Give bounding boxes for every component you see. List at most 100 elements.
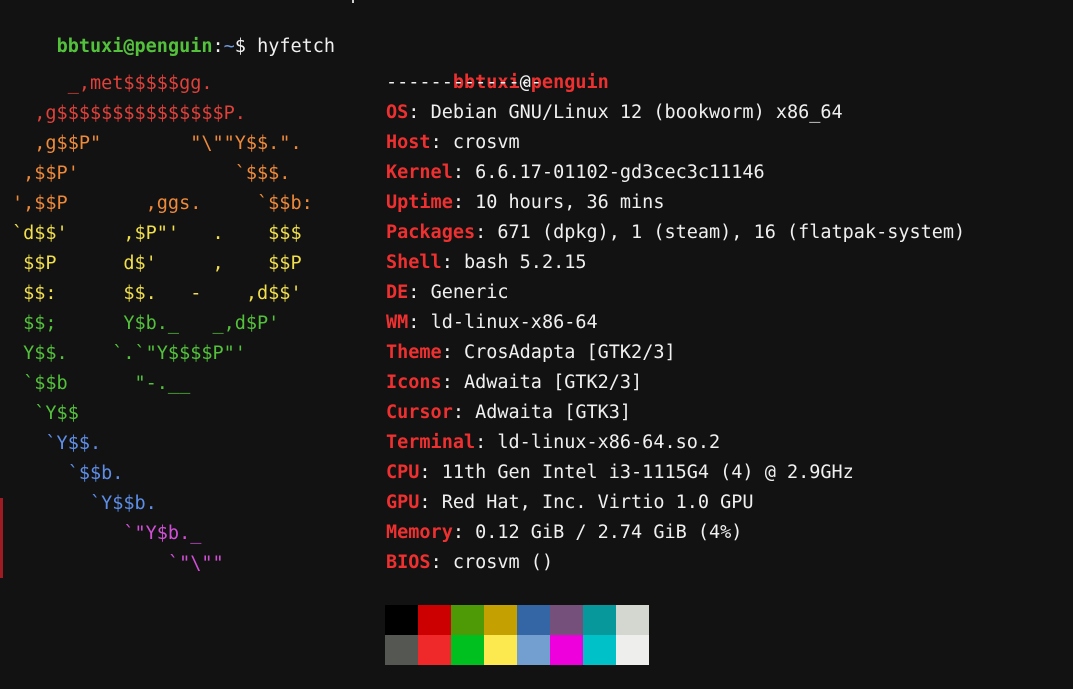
logo-line: `$$b "-.__: [12, 373, 191, 394]
shell-prompt-line: bbtuxi@penguin:~$ hyfetch: [12, 8, 335, 57]
info-row-gpu: GPU: Red Hat, Inc. Virtio 1.0 GPU: [386, 488, 965, 518]
logo-line: `$$b.: [12, 463, 124, 484]
palette-swatch-bright-3: [484, 635, 517, 665]
prompt-colon: :: [212, 36, 224, 57]
info-key: Uptime: [386, 192, 453, 213]
info-key-suffix: :: [475, 432, 498, 453]
info-value: Debian GNU/Linux 12 (bookworm) x86_64: [430, 102, 843, 123]
info-value: Adwaita [GTK2/3]: [463, 372, 643, 393]
info-key: OS: [386, 102, 409, 123]
prompt-symbol: $: [234, 36, 258, 57]
info-value: crosvm: [452, 132, 520, 153]
info-row-terminal: Terminal: ld-linux-x86-64.so.2: [386, 428, 965, 458]
info-key: Packages: [386, 222, 476, 243]
prompt-command: hyfetch: [257, 36, 336, 57]
info-row-shell: Shell: bash 5.2.15: [386, 248, 965, 278]
color-palette: [385, 605, 649, 665]
logo-line: ,g$$P" "\""Y$$.".: [12, 133, 302, 154]
palette-row-normal: [385, 605, 649, 635]
info-key: Shell: [386, 252, 442, 273]
logo-line: $$: $$. - ,d$$': [12, 283, 302, 304]
logo-line: _,met$$$$$gg.: [12, 73, 213, 94]
palette-swatch-bright-5: [550, 635, 583, 665]
info-key-suffix: :: [430, 552, 453, 573]
info-row-uptime: Uptime: 10 hours, 36 mins: [386, 188, 965, 218]
info-value: Red Hat, Inc. Virtio 1.0 GPU: [441, 492, 754, 513]
top-artifact: [352, 0, 354, 3]
info-key-suffix: :: [452, 402, 476, 423]
prompt-path: ~: [223, 36, 235, 57]
info-value: Adwaita [GTK3]: [475, 402, 632, 423]
info-row-host: Host: crosvm: [386, 128, 965, 158]
palette-swatch-normal-7: [616, 605, 649, 635]
terminal-window[interactable]: bbtuxi@penguin:~$ hyfetch _,met$$$$$gg. …: [0, 0, 1073, 689]
info-key: BIOS: [386, 552, 431, 573]
logo-line: ',$$P ,ggs. `$$b:: [12, 193, 313, 214]
info-row-de: DE: Generic: [386, 278, 965, 308]
info-row-packages: Packages: 671 (dpkg), 1 (steam), 16 (fla…: [386, 218, 965, 248]
info-value: crosvm (): [452, 552, 554, 573]
info-value: 6.6.17-01102-gd3cec3c11146: [475, 162, 765, 183]
logo-line: ,$$P' `$$$.: [12, 163, 291, 184]
info-value: 671 (dpkg), 1 (steam), 16 (flatpak-syste…: [497, 222, 966, 243]
palette-swatch-bright-1: [418, 635, 451, 665]
info-value: CrosAdapta [GTK2/3]: [463, 342, 676, 363]
info-value: bash 5.2.15: [463, 252, 587, 273]
info-key-suffix: :: [475, 222, 498, 243]
info-row-cpu: CPU: 11th Gen Intel i3-1115G4 (4) @ 2.9G…: [386, 458, 965, 488]
info-key-suffix: :: [452, 162, 476, 183]
palette-swatch-normal-0: [385, 605, 418, 635]
info-row-wm: WM: ld-linux-x86-64: [386, 308, 965, 338]
palette-swatch-normal-1: [418, 605, 451, 635]
info-title: bbtuxi@penguin: [386, 38, 965, 93]
system-info-panel: bbtuxi@penguin -------------- OS: Debian…: [386, 38, 965, 578]
info-value: ld-linux-x86-64.so.2: [497, 432, 721, 453]
info-key: DE: [386, 282, 409, 303]
debian-ascii-logo: _,met$$$$$gg. ,g$$$$$$$$$$$$$$$P. ,g$$P"…: [12, 69, 313, 579]
logo-line: `Y$$b.: [12, 493, 157, 514]
palette-swatch-normal-4: [517, 605, 550, 635]
info-key: Kernel: [386, 162, 453, 183]
info-row-kernel: Kernel: 6.6.17-01102-gd3cec3c11146: [386, 158, 965, 188]
info-row-bios: BIOS: crosvm (): [386, 548, 965, 578]
info-key: Host: [386, 132, 431, 153]
info-value: 10 hours, 36 mins: [475, 192, 665, 213]
logo-line: `Y$$.: [12, 433, 102, 454]
logo-line: $$; Y$b._ _,d$P': [12, 313, 280, 334]
info-value: ld-linux-x86-64: [430, 312, 598, 333]
info-key-suffix: :: [419, 462, 442, 483]
info-rows: OS: Debian GNU/Linux 12 (bookworm) x86_6…: [386, 98, 965, 578]
palette-swatch-bright-7: [616, 635, 649, 665]
logo-line: $$P d$' , $$P: [12, 253, 302, 274]
left-edge-marker: [0, 498, 3, 578]
info-key-suffix: :: [441, 252, 464, 273]
logo-line: `"\"": [12, 553, 224, 574]
palette-swatch-bright-6: [583, 635, 616, 665]
info-row-memory: Memory: 0.12 GiB / 2.74 GiB (4%): [386, 518, 965, 548]
info-key: WM: [386, 312, 409, 333]
palette-swatch-bright-4: [517, 635, 550, 665]
palette-swatch-normal-2: [451, 605, 484, 635]
info-key-suffix: :: [441, 342, 464, 363]
info-key: Terminal: [386, 432, 476, 453]
palette-row-bright: [385, 635, 649, 665]
info-key: Icons: [386, 372, 442, 393]
info-key-suffix: :: [430, 132, 453, 153]
info-key-suffix: :: [419, 492, 442, 513]
palette-swatch-normal-5: [550, 605, 583, 635]
info-key-suffix: :: [452, 522, 476, 543]
info-key-suffix: :: [408, 102, 431, 123]
info-key-suffix: :: [441, 372, 464, 393]
logo-line: Y$$. `.`"Y$$$$P"': [12, 343, 246, 364]
info-value: Generic: [430, 282, 509, 303]
info-key: Memory: [386, 522, 453, 543]
info-key: Theme: [386, 342, 442, 363]
info-row-cursor: Cursor: Adwaita [GTK3]: [386, 398, 965, 428]
info-key: CPU: [386, 462, 420, 483]
info-key-suffix: :: [408, 312, 431, 333]
logo-line: ,g$$$$$$$$$$$$$$$P.: [12, 103, 246, 124]
prompt-user-host: bbtuxi@penguin: [56, 36, 213, 57]
info-key-suffix: :: [452, 192, 476, 213]
info-title-host: penguin: [530, 72, 609, 93]
info-row-icons: Icons: Adwaita [GTK2/3]: [386, 368, 965, 398]
